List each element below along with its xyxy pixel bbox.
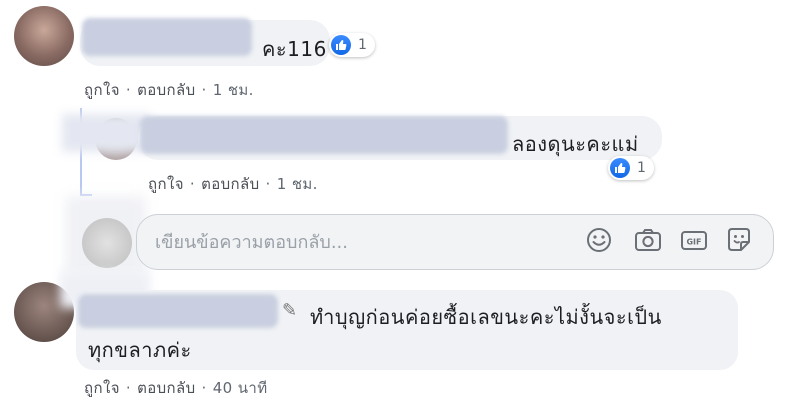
comment-actions: ถูกใจ · ตอบกลับ · 1 ชม. (84, 81, 254, 99)
comment-actions: ถูกใจ · ตอบกลับ · 40 นาที (84, 379, 268, 397)
reply-input[interactable] (153, 230, 577, 254)
commenter-avatar[interactable] (14, 6, 74, 66)
comment-time: 40 นาที (212, 379, 268, 397)
reply-link[interactable]: ตอบกลับ (137, 81, 195, 99)
reaction-count: 1 (637, 160, 646, 176)
replier-avatar-blur (62, 114, 150, 152)
like-link[interactable]: ถูกใจ (84, 379, 120, 397)
comment-text-line-2: ทุกขลาภค่ะ (88, 338, 192, 362)
reaction-badge[interactable]: 1 (329, 33, 375, 57)
comment-time: 1 ชม. (276, 175, 318, 193)
camera-icon[interactable] (633, 226, 663, 254)
commenter-name-blurred[interactable] (78, 294, 278, 328)
svg-text:GIF: GIF (686, 238, 701, 247)
sticker-icon[interactable] (725, 226, 753, 254)
comment-text-line-1: ทำบุญก่อนค่อยซื้อเลขนะคะไม่งั้นจะเป็น (310, 305, 662, 329)
like-link[interactable]: ถูกใจ (84, 81, 120, 99)
reply-link[interactable]: ตอบกลับ (201, 175, 259, 193)
like-icon (331, 35, 351, 55)
gif-icon[interactable]: GIF (679, 226, 709, 254)
feather-icon: ✎ (282, 300, 298, 321)
composer-avatar (82, 218, 132, 268)
comment-time: 1 ชม. (212, 81, 254, 99)
reply-actions: ถูกใจ · ตอบกลับ · 1 ชม. (148, 175, 318, 193)
reaction-count: 1 (358, 37, 367, 53)
reply-link[interactable]: ตอบกลับ (137, 379, 195, 397)
reaction-badge[interactable]: 1 (608, 156, 654, 180)
emoji-icon[interactable] (585, 226, 613, 254)
commenter-name-blurred[interactable] (82, 18, 252, 56)
like-link[interactable]: ถูกใจ (148, 175, 184, 193)
like-icon (610, 158, 630, 178)
replier-name-blurred[interactable] (140, 116, 508, 154)
comment-text: คะ116 (262, 37, 327, 61)
reply-composer: GIF (136, 214, 774, 270)
